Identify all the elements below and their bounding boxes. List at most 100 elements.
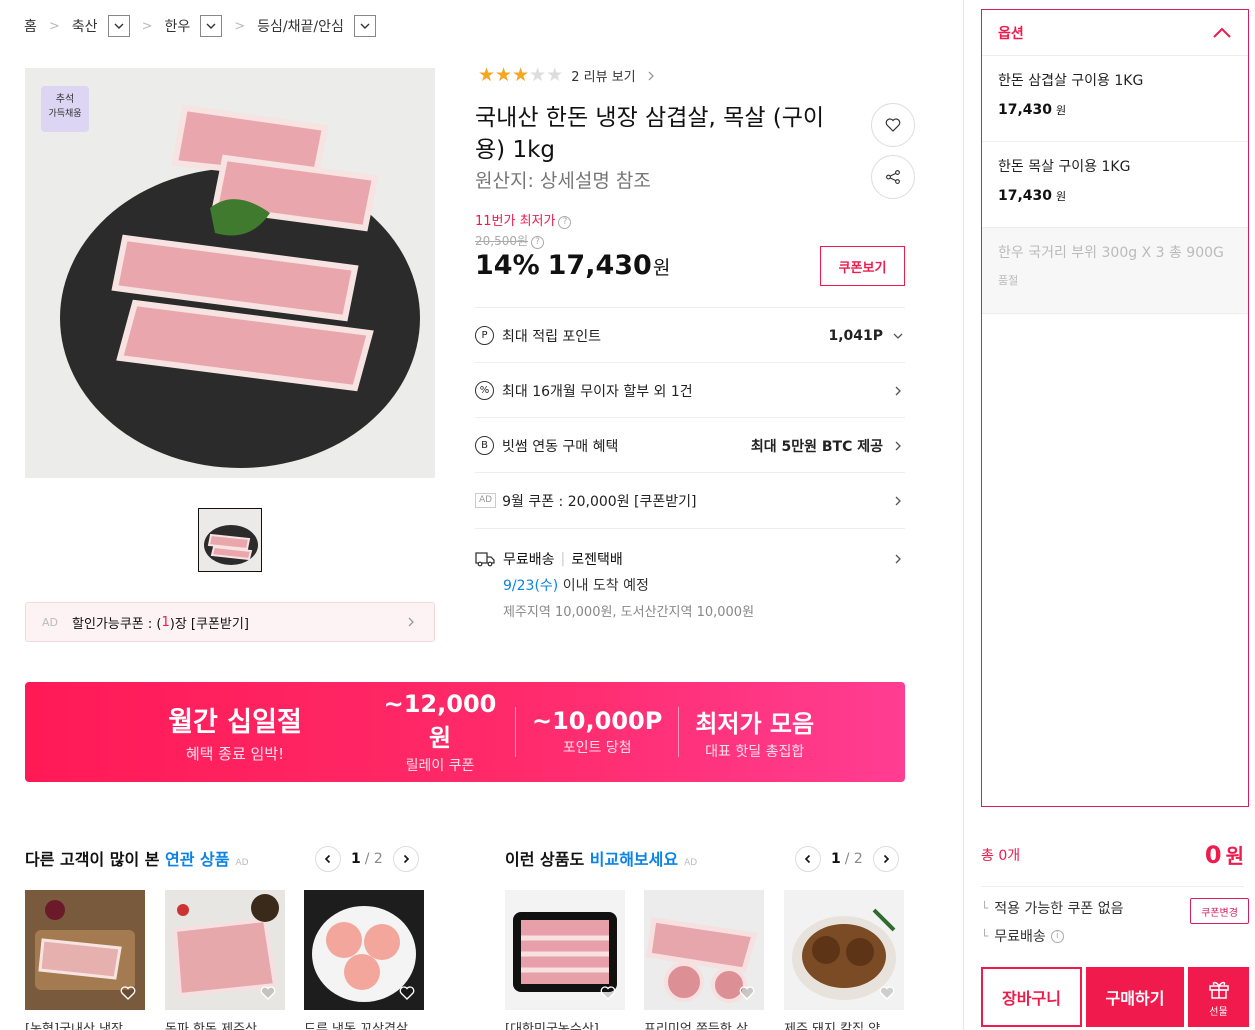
free-shipping: 무료배송 — [503, 552, 555, 568]
buy-now-button[interactable]: 구매하기 — [1086, 967, 1184, 1027]
gift-button[interactable]: 선물 — [1188, 967, 1249, 1027]
original-price: 20,500원? — [475, 232, 545, 249]
chevron-down-icon[interactable] — [107, 15, 130, 37]
heart-icon[interactable] — [398, 984, 416, 1002]
gift-icon — [1208, 981, 1229, 999]
coupon-view-button[interactable]: 쿠폰보기 — [820, 246, 905, 286]
ad-label: AD — [684, 858, 698, 868]
related-product-card[interactable] — [304, 890, 424, 1010]
option-item[interactable]: 한돈 삼겹살 구이용 1KG 17,430 원 — [982, 56, 1248, 142]
compare-product-title[interactable]: [대한민국농수산] — [505, 1018, 625, 1030]
compare-title-a: 이런 상품도 — [505, 850, 590, 869]
total-value: 0 — [1204, 841, 1222, 869]
benefit-points[interactable]: P 최대 적립 포인트 1,041P — [475, 307, 905, 363]
option-item[interactable]: 한돈 목살 구이용 1KG 17,430 원 — [982, 142, 1248, 228]
product-thumbnail[interactable] — [198, 508, 262, 572]
chevron-down-icon[interactable] — [353, 15, 376, 37]
next-button[interactable] — [392, 846, 419, 872]
chevron-right-icon — [895, 554, 901, 564]
benefit-label: 최대 적립 포인트 — [502, 328, 602, 345]
product-main-image[interactable]: 추석 가득채움 — [25, 68, 435, 478]
chevron-down-icon — [893, 333, 903, 339]
share-icon — [886, 170, 900, 184]
share-button[interactable] — [871, 155, 915, 199]
sale-price: 14% 17,430 원 — [475, 250, 670, 281]
option-name: 한돈 목살 구이용 1KG — [998, 159, 1131, 175]
compare-section-title: 이런 상품도 비교해보세요 AD — [505, 846, 697, 870]
help-icon[interactable]: i — [1050, 929, 1064, 943]
benefit-installment[interactable]: % 최대 16개월 무이자 할부 외 1건 — [475, 362, 905, 418]
product-title: 국내산 한돈 냉장 삼겹살, 목살 (구이용) 1kg — [475, 105, 825, 163]
heart-icon[interactable] — [599, 984, 617, 1002]
star-rating: ★★★★★ — [478, 66, 563, 85]
heart-icon[interactable] — [259, 984, 277, 1002]
help-icon[interactable]: ? — [558, 215, 572, 229]
shipping-info[interactable]: 무료배송 | 로젠택배 9/23(수) 이내 도착 예정 제주지역 10,000… — [475, 528, 905, 620]
compare-product-card[interactable] — [784, 890, 904, 1010]
banner-seg1-sub: 릴레이 쿠폰 — [405, 757, 475, 774]
compare-product-card[interactable] — [505, 890, 625, 1010]
related-product-title[interactable]: 드루 냉동 꼬삼겹살 — [304, 1018, 424, 1030]
chevron-right-icon — [403, 854, 409, 864]
total-count: 총 0개 — [981, 847, 1021, 864]
benefit-coupon[interactable]: AD 9월 쿠폰 : 20,000원 [쿠폰받기] — [475, 472, 905, 528]
chevron-down-icon[interactable] — [200, 15, 223, 37]
heart-icon[interactable] — [119, 984, 137, 1002]
coupon-change-button[interactable]: 쿠폰변경 — [1190, 898, 1249, 924]
sidebar-divider — [963, 0, 964, 1030]
compare-title-b: 비교해보세요 — [589, 850, 679, 869]
prev-button[interactable] — [315, 846, 341, 872]
original-price-text: 20,500원 — [475, 234, 529, 248]
coupon-status-text: 적용 가능한 쿠폰 없음 — [994, 901, 1124, 917]
current-page: 1 — [831, 851, 841, 867]
compare-product-title[interactable]: 제주 돼지 칼집 양 — [784, 1018, 904, 1030]
help-icon[interactable]: ? — [531, 235, 545, 249]
related-product-card[interactable] — [165, 890, 285, 1010]
chevron-right-icon — [408, 617, 414, 627]
order-total: 총 0개 0원 — [981, 840, 1244, 869]
heart-icon[interactable] — [878, 984, 896, 1002]
compare-product-card[interactable] — [644, 890, 764, 1010]
benefit-bithumb[interactable]: B 빗썸 연동 구매 혜택 최대 5만원 BTC 제공 — [475, 417, 905, 473]
heart-icon[interactable] — [738, 984, 756, 1002]
lowest-price-text: 11번가 최저가 — [475, 214, 556, 229]
prev-button[interactable] — [795, 846, 821, 872]
review-link[interactable]: 2 리뷰 보기 — [571, 66, 635, 85]
compare-product-title[interactable]: 프리미엄 쫀득한 삼 — [644, 1018, 764, 1030]
wishlist-button[interactable] — [871, 103, 915, 147]
related-product-title[interactable]: [농협]국내산 냉장 — [25, 1018, 145, 1030]
add-to-cart-button[interactable]: 장바구니 — [981, 967, 1082, 1027]
breadcrumb-category-2[interactable]: 한우 — [164, 16, 190, 36]
breadcrumb: 홈 > 축산 > 한우 > 등심/채끝/안심 — [24, 14, 376, 38]
compare-pager: 1/ 2 — [795, 846, 899, 872]
discount-rate: 14% — [475, 250, 540, 281]
corner-icon: └ — [981, 929, 989, 943]
banner-seg2-sub: 포인트 당첨 — [562, 740, 632, 756]
promo-banner[interactable]: 월간 십일절 혜택 종료 임박! ~12,000원 릴레이 쿠폰 ~10,000… — [25, 682, 905, 782]
shipping-status: └ 무료배송 i — [981, 926, 1064, 946]
options-header[interactable]: 옵션 — [982, 10, 1248, 56]
breadcrumb-category-1[interactable]: 축산 — [72, 16, 98, 36]
gift-label: 선물 — [1209, 1006, 1228, 1018]
coupon-text-b: )장 [쿠폰받기] — [169, 616, 249, 632]
related-product-card[interactable] — [25, 890, 145, 1010]
breadcrumb-home[interactable]: 홈 — [24, 16, 37, 36]
price-value: 17,430 — [547, 250, 652, 281]
option-price-unit: 원 — [1056, 104, 1067, 117]
chevron-left-icon — [804, 854, 811, 864]
chevron-right-icon — [648, 71, 654, 80]
option-name: 한우 국거리 부위 300g X 3 총 900G — [998, 245, 1224, 261]
benefit-value: 최대 5만원 BTC 제공 — [750, 438, 883, 455]
product-origin: 원산지: 상세설명 참조 — [475, 170, 651, 192]
related-product-title[interactable]: 돈파 한돈 제주산 — [165, 1018, 285, 1030]
breadcrumb-category-3[interactable]: 등심/채끝/안심 — [257, 16, 344, 36]
star-icon: ★ — [512, 64, 530, 86]
discount-coupon-bar[interactable]: AD 할인가능쿠폰 : (1)장 [쿠폰받기] — [25, 602, 435, 642]
banner-seg3-title: 최저가 모음 — [695, 709, 815, 738]
banner-seg2-title: ~10,000P — [532, 707, 663, 735]
total-pages: 2 — [853, 851, 863, 867]
next-button[interactable] — [872, 846, 899, 872]
extra-shipping: 제주지역 10,000원, 도서산간지역 10,000원 — [503, 605, 755, 620]
chevron-right-icon: > — [48, 18, 60, 34]
soldout-label: 품절 — [998, 274, 1019, 287]
